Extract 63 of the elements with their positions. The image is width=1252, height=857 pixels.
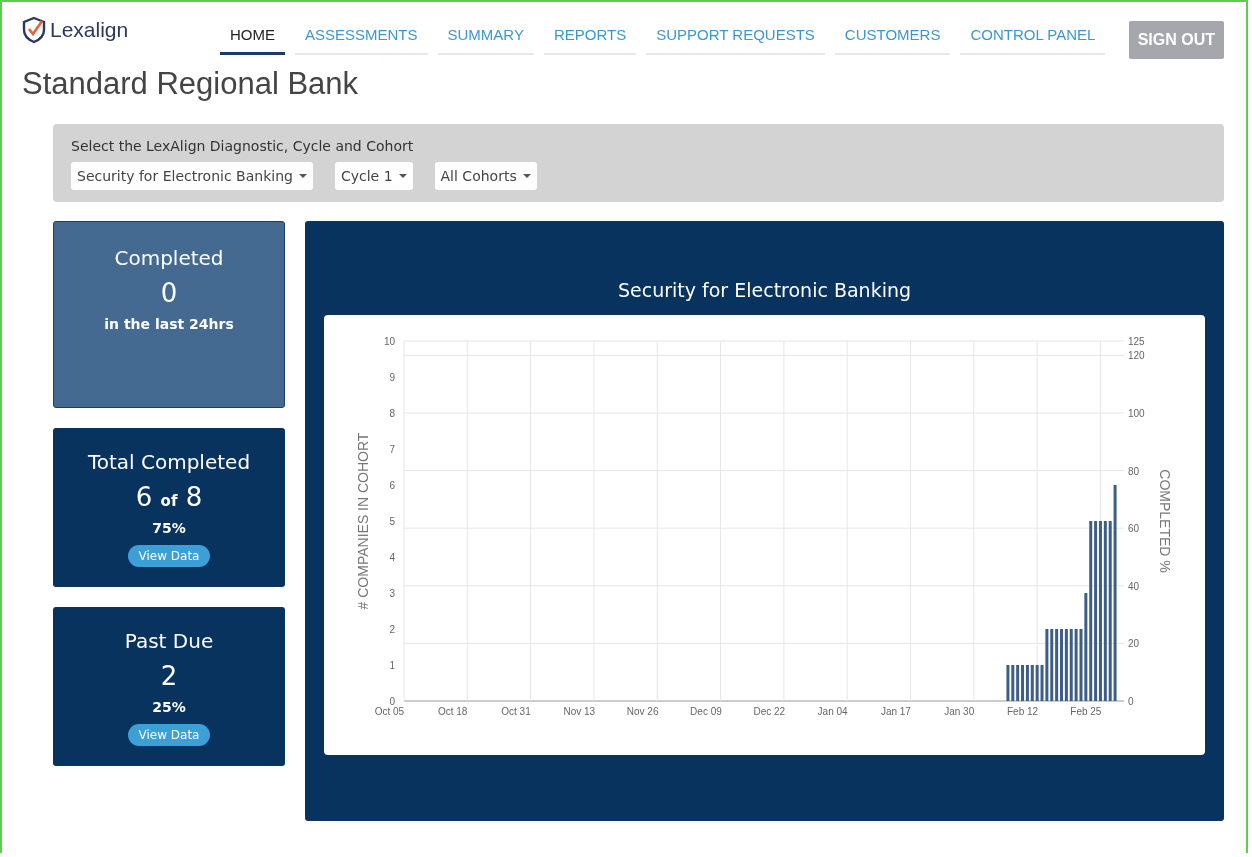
nav-tab[interactable]: ASSESSMENTS <box>295 16 428 55</box>
axis-tick-label: 3 <box>389 588 395 599</box>
caret-icon <box>522 174 531 178</box>
nav-tab[interactable]: SUPPORT REQUESTS <box>646 16 825 55</box>
axis-tick-label: Nov 26 <box>626 706 659 717</box>
card-value: 0 <box>160 278 178 308</box>
card-value: 2 <box>160 661 178 691</box>
axis-tick-label: 100 <box>1128 408 1145 419</box>
axis-tick-label: Oct 31 <box>501 706 531 717</box>
axis-tick-label: Nov 13 <box>563 706 596 717</box>
card-value: 6 of 8 <box>135 482 203 512</box>
axis-tick-label: 20 <box>1128 638 1140 650</box>
axis-tick-label: Feb 12 <box>1006 706 1039 717</box>
axis-tick-label: 0 <box>389 696 395 707</box>
y-axis-label: COMPLETED % <box>1157 469 1173 573</box>
axis-tick-label: 1 <box>389 660 395 671</box>
view-data-button[interactable]: View Data <box>127 545 211 567</box>
axis-tick-label: Oct 05 <box>374 706 405 717</box>
axis-tick-label: 0 <box>1128 696 1134 707</box>
axis-tick-label: Oct 18 <box>437 706 468 717</box>
caret-icon <box>398 174 407 178</box>
axis-tick-label: 40 <box>1128 580 1140 592</box>
dropdown[interactable]: Cycle 1 <box>334 162 413 190</box>
axis-tick-label: 9 <box>389 372 395 383</box>
sign-out-button[interactable]: SIGN OUT <box>1128 21 1224 59</box>
axis-tick-label: 8 <box>389 408 395 419</box>
card-title: Total Completed <box>87 450 251 474</box>
chart-title: Security for Electronic Banking <box>617 279 912 301</box>
nav-tab[interactable]: CONTROL PANEL <box>960 16 1106 55</box>
axis-tick-label: 6 <box>389 480 395 491</box>
nav-tab[interactable]: SUMMARY <box>437 16 534 55</box>
axis-tick-label: Jan 30 <box>944 706 975 717</box>
axis-tick-label: 2 <box>389 624 395 635</box>
axis-tick-label: 120 <box>1128 350 1145 362</box>
card-note: 75% <box>152 520 186 536</box>
page-title: Standard Regional Bank <box>22 66 360 102</box>
card-title: Past Due <box>124 629 214 653</box>
caret-icon <box>298 174 307 178</box>
y-axis-label: # COMPANIES IN COHORT <box>355 432 371 610</box>
nav-tab[interactable]: CUSTOMERS <box>834 16 951 55</box>
dropdown[interactable]: Security for Electronic Banking <box>71 162 313 190</box>
nav-tab[interactable]: HOME <box>220 16 285 55</box>
axis-tick-label: 80 <box>1128 465 1140 477</box>
axis-tick-label: 5 <box>389 516 395 527</box>
axis-tick-label: 7 <box>389 444 395 455</box>
filter-label: Select the LexAlign Diagnostic, Cycle and Cohort <box>71 138 415 154</box>
card-title: Completed <box>114 246 224 270</box>
card-note: in the last 24hrs <box>104 316 234 332</box>
nav-tab[interactable]: REPORTS <box>543 16 637 55</box>
axis-tick-label: Jan 17 <box>880 706 911 717</box>
axis-tick-label: Feb 25 <box>1070 706 1102 717</box>
axis-tick-label: 10 <box>383 336 395 347</box>
axis-tick-label: Jan 04 <box>817 706 848 717</box>
dropdown[interactable]: All Cohorts <box>434 162 537 190</box>
logo-text[interactable]: Lexalign <box>50 18 129 42</box>
card-note: 25% <box>152 699 186 715</box>
axis-tick-label: Dec 22 <box>753 706 786 717</box>
axis-tick-label: 125 <box>1128 336 1145 347</box>
view-data-button[interactable]: View Data <box>127 724 211 746</box>
shield-check-icon <box>22 16 46 44</box>
axis-tick-label: Dec 09 <box>690 706 722 717</box>
axis-tick-label: 4 <box>389 552 395 563</box>
axis-tick-label: 60 <box>1128 523 1140 535</box>
